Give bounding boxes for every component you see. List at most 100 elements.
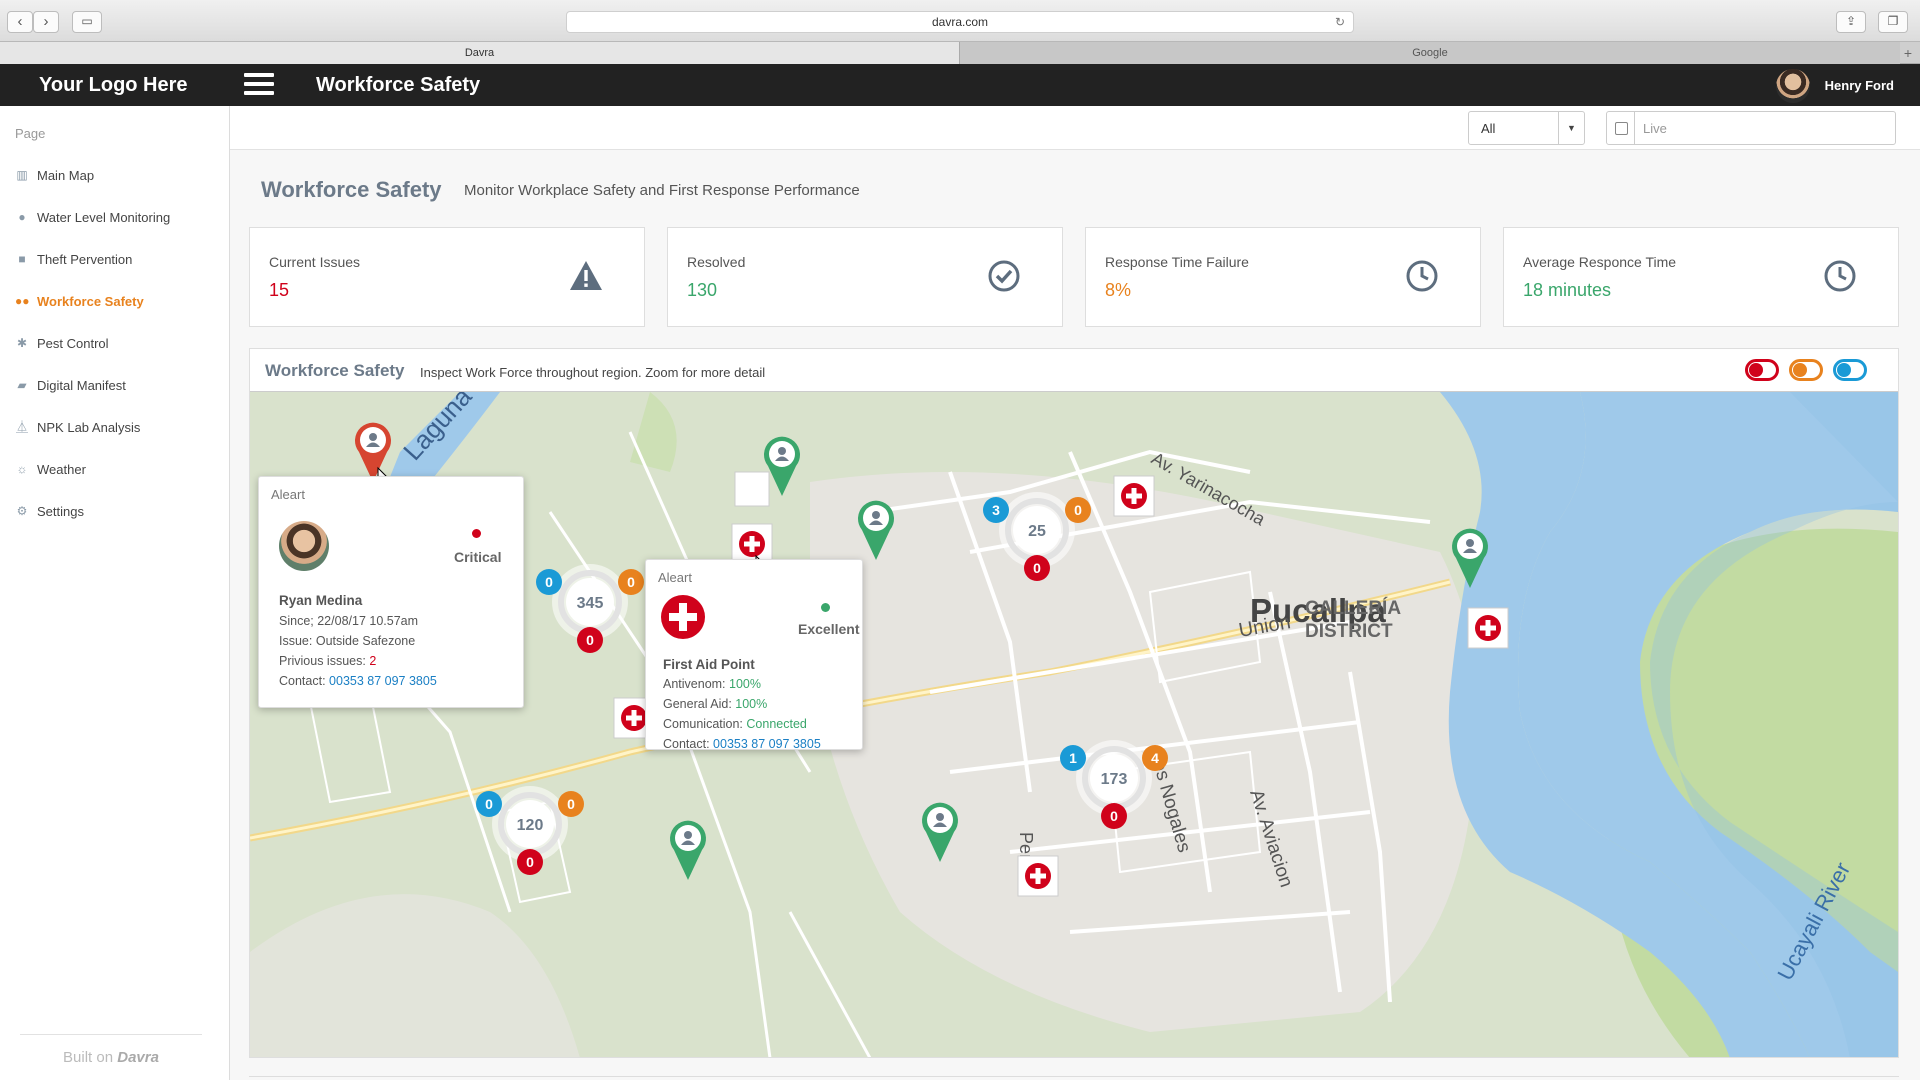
- stat-label: Resolved: [687, 254, 746, 270]
- stat-card-response-failure[interactable]: Response Time Failure 8%: [1085, 227, 1481, 327]
- previous-issues-value: 2: [369, 654, 377, 668]
- sidebar-item-label: Pest Control: [37, 335, 109, 351]
- tab-davra[interactable]: Davra: [0, 42, 960, 64]
- calendar-icon[interactable]: [1607, 112, 1635, 144]
- browser-tabs: Davra Google +: [0, 42, 1920, 64]
- map-panel: Workforce Safety Inspect Work Force thro…: [249, 348, 1899, 1058]
- truck-icon: ▰: [17, 378, 27, 392]
- gear-icon: ⚙: [16, 504, 28, 518]
- sun-icon: ☼: [16, 462, 28, 476]
- clock-icon: [1824, 260, 1856, 292]
- worker-alert-popup[interactable]: Aleart Critical Ryan Medina Since; 22/08…: [258, 476, 524, 708]
- sidebar-item-pest-control[interactable]: ✱ Pest Control: [15, 333, 109, 353]
- sidebar-item-label: Main Map: [37, 167, 95, 183]
- first-aid-popup[interactable]: Aleart Excellent First Aid Point Antiven…: [645, 559, 863, 751]
- stat-label: Current Issues: [269, 254, 361, 270]
- tab-google[interactable]: Google: [960, 42, 1900, 64]
- stat-value: 15: [269, 280, 290, 300]
- user-menu[interactable]: Henry Ford: [1754, 69, 1894, 103]
- sidebar: Page ▥ Main Map ● Water Level Monitoring ■…: [0, 106, 230, 1080]
- flask-icon: ⏅: [15, 420, 28, 434]
- sidebar-item-label: Weather: [37, 461, 86, 477]
- sidebar-item-label: Workforce Safety: [37, 293, 144, 309]
- issue-label: Issue:: [279, 634, 313, 648]
- bug-icon: ✱: [16, 336, 28, 350]
- stat-label: Response Time Failure: [1105, 254, 1249, 270]
- antivenom-value: 100%: [729, 677, 761, 691]
- sidebar-heading: Page: [15, 126, 46, 141]
- worker-avatar: [279, 521, 329, 571]
- map-title: Workforce Safety: [265, 361, 405, 380]
- communication-value: Connected: [746, 717, 807, 731]
- share-icon[interactable]: ⇪: [1836, 11, 1866, 33]
- sidebar-item-workforce-safety[interactable]: ●● Workforce Safety: [15, 291, 144, 311]
- warning-icon: [570, 261, 602, 290]
- sidebar-item-label: Water Level Monitoring: [37, 209, 171, 225]
- tabs-overview-icon[interactable]: ❐: [1878, 11, 1908, 33]
- info-toggle[interactable]: [1833, 359, 1867, 381]
- popup-header: Aleart: [658, 570, 692, 585]
- status-label: Excellent: [798, 621, 860, 637]
- sidebar-item-npk-lab[interactable]: ⏅ NPK Lab Analysis: [15, 417, 140, 437]
- hamburger-menu-icon[interactable]: [244, 73, 274, 99]
- stat-value: 18 minutes: [1523, 280, 1612, 300]
- built-on-text: Built on: [63, 1049, 114, 1066]
- sidebar-item-label: Theft Pervention: [37, 251, 133, 267]
- app-title: Workforce Safety: [316, 74, 481, 96]
- check-circle-icon: [988, 260, 1020, 292]
- avatar[interactable]: [1776, 69, 1810, 103]
- back-button[interactable]: ‹: [7, 11, 33, 33]
- sidebar-item-main-map[interactable]: ▥ Main Map: [15, 165, 94, 185]
- aid-point-name: First Aid Point: [663, 657, 755, 672]
- contact-label: Contact:: [663, 737, 710, 751]
- davra-logo[interactable]: Davra: [117, 1049, 159, 1066]
- issue-value: Outside Safezone: [315, 634, 416, 648]
- stat-card-current-issues[interactable]: Current Issues 15: [249, 227, 645, 327]
- clock-icon: [1406, 260, 1438, 292]
- browser-toolbar: ‹ › ▭ davra.com ↻ ⇪ ❐: [0, 0, 1920, 42]
- logo[interactable]: Your Logo Here: [39, 74, 188, 97]
- sidebar-item-digital-manifest[interactable]: ▰ Digital Manifest: [15, 375, 126, 395]
- device-filter-select[interactable]: All ▼: [1468, 111, 1585, 145]
- stat-card-resolved[interactable]: Resolved 130: [667, 227, 1063, 327]
- excellent-status-dot: [821, 603, 830, 612]
- previous-issues-label: Privious issues:: [279, 654, 366, 668]
- district-label-line1: CALLERÍA: [1305, 597, 1401, 619]
- sidebar-item-weather[interactable]: ☼ Weather: [15, 459, 86, 479]
- user-name[interactable]: Henry Ford: [1825, 78, 1894, 93]
- warning-toggle[interactable]: [1789, 359, 1823, 381]
- sidebar-item-label: Digital Manifest: [37, 377, 126, 393]
- map-subtitle: Inspect Work Force throughout region. Zo…: [420, 365, 766, 380]
- map-icon: ▥: [16, 168, 28, 182]
- select-value: All: [1481, 121, 1496, 136]
- sidebar-item-theft-prevention[interactable]: ■ Theft Pervention: [15, 249, 132, 269]
- reload-icon[interactable]: ↻: [1335, 12, 1345, 32]
- filter-bar: All ▼ Live: [230, 106, 1920, 150]
- communication-label: Comunication:: [663, 717, 743, 731]
- general-aid-value: 100%: [735, 697, 768, 711]
- date-input-placeholder: Live: [1643, 121, 1667, 136]
- sidebar-item-water-level[interactable]: ● Water Level Monitoring: [15, 207, 170, 227]
- critical-toggle[interactable]: [1745, 359, 1779, 381]
- street-label-peru: Peru: [1016, 832, 1036, 870]
- lock-icon: ■: [18, 252, 26, 266]
- new-tab-button[interactable]: +: [1900, 42, 1916, 64]
- drop-icon: ●: [18, 210, 26, 224]
- contact-phone-link[interactable]: 00353 87 097 3805: [329, 674, 437, 688]
- worker-name: Ryan Medina: [279, 593, 363, 608]
- page-subtitle: Monitor Workplace Safety and First Respo…: [464, 182, 860, 199]
- date-range-input[interactable]: Live: [1606, 111, 1896, 145]
- url-bar[interactable]: davra.com ↻: [566, 11, 1354, 33]
- chevron-down-icon[interactable]: ▼: [1558, 112, 1584, 144]
- critical-status-dot: [472, 529, 481, 538]
- district-label-line2: DISTRICT: [1305, 621, 1393, 642]
- contact-phone-link[interactable]: 00353 87 097 3805: [713, 737, 821, 751]
- map-canvas[interactable]: Laguna Pucallpa CALLERÍA DISTRICT Av. Ya…: [250, 391, 1898, 1057]
- stat-value: 8%: [1105, 280, 1132, 300]
- forward-button[interactable]: ›: [33, 11, 59, 33]
- stat-card-average-response[interactable]: Average Responce Time 18 minutes: [1503, 227, 1899, 327]
- since-label: Since;: [279, 614, 314, 628]
- stat-label: Average Responce Time: [1523, 254, 1677, 270]
- sidebar-toggle-icon[interactable]: ▭: [72, 11, 102, 33]
- sidebar-item-settings[interactable]: ⚙ Settings: [15, 501, 84, 521]
